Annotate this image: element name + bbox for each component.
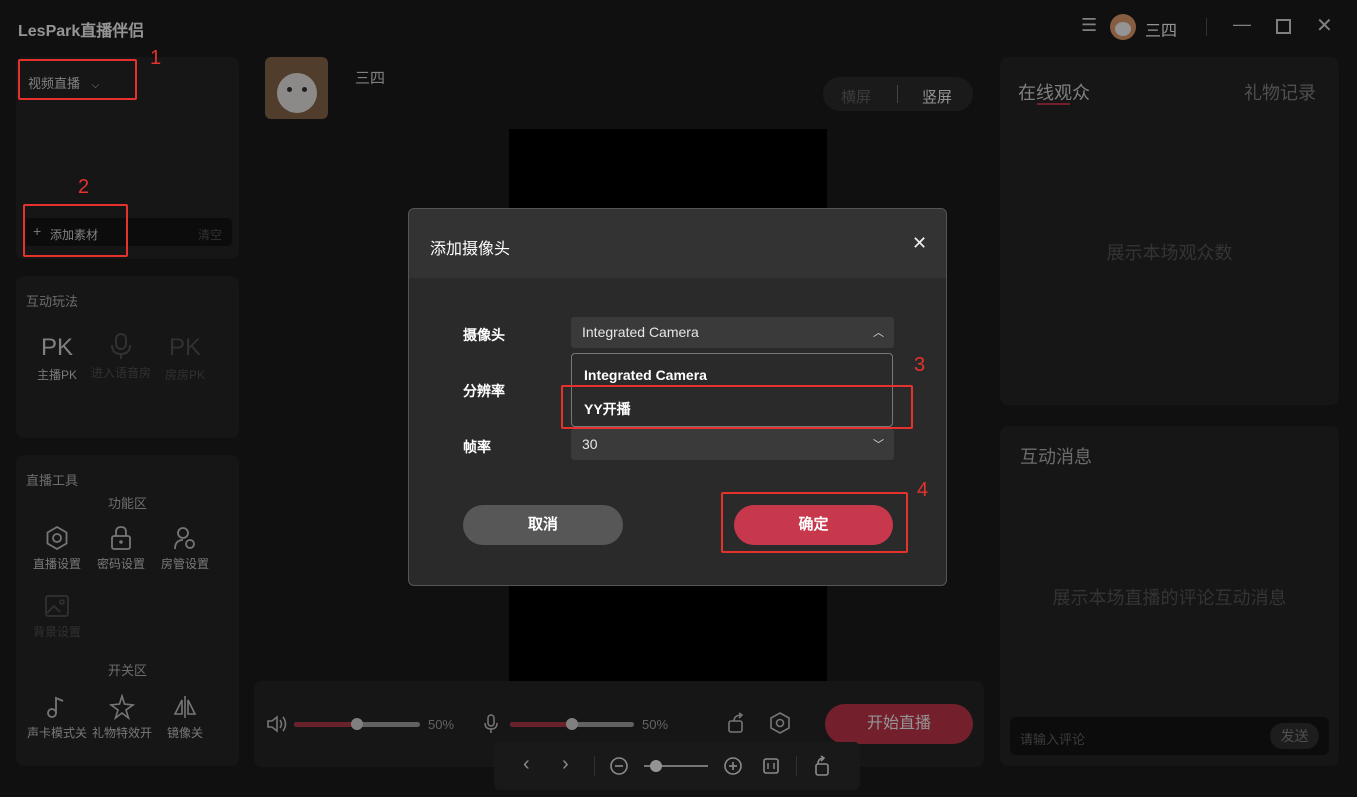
camera-select-value: Integrated Camera: [582, 324, 699, 340]
annotation-number-4: 4: [917, 479, 929, 501]
chevron-down-icon: ﹀: [873, 439, 884, 451]
camera-select[interactable]: Integrated Camera ︿: [571, 317, 894, 348]
annotation-box-1: [18, 59, 137, 100]
annotation-box-3: [561, 385, 913, 429]
annotation-box-2: [23, 204, 128, 257]
annotation-box-4: [721, 492, 908, 553]
dialog-title: 添加摄像头: [430, 241, 511, 258]
camera-label: 摄像头: [463, 327, 505, 343]
framerate-label: 帧率: [463, 439, 491, 455]
dialog-header: 添加摄像头 ✕: [409, 209, 946, 278]
annotation-number-1: 1: [150, 47, 162, 69]
resolution-label: 分辨率: [463, 383, 505, 399]
framerate-select-value: 30: [582, 436, 598, 452]
close-icon[interactable]: ✕: [912, 233, 927, 254]
annotation-number-2: 2: [78, 176, 90, 198]
cancel-button[interactable]: 取消: [463, 505, 623, 545]
camera-option-integrated[interactable]: Integrated Camera: [584, 367, 707, 383]
framerate-select[interactable]: 30 ﹀: [571, 429, 894, 460]
chevron-up-icon: ︿: [873, 327, 884, 339]
annotation-number-3: 3: [914, 354, 926, 376]
